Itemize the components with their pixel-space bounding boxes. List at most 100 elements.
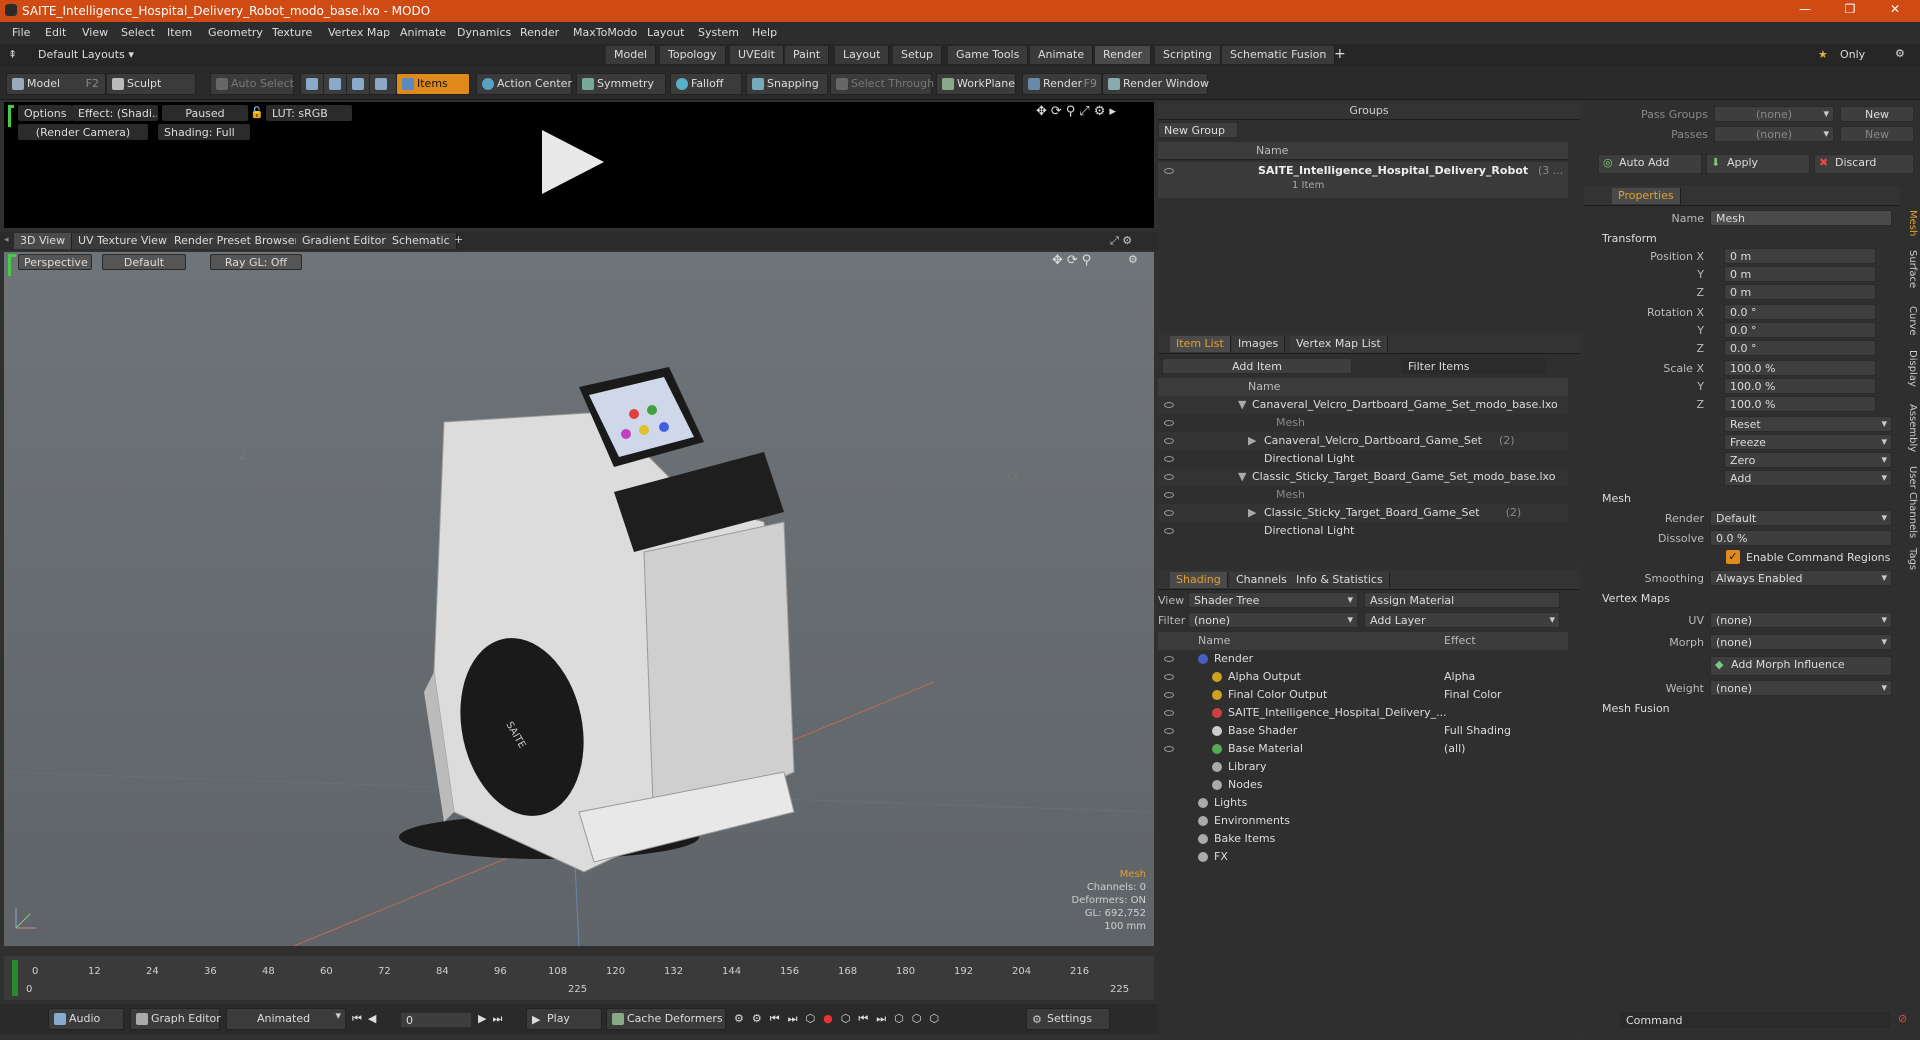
new-group-button[interactable]: New Group (1158, 122, 1238, 138)
group-row[interactable]: SAITE_Intelligence_Hospital_Delivery_Rob… (1158, 162, 1568, 198)
lock-icon[interactable]: 🔓 (250, 106, 264, 119)
shader-tree-row[interactable]: SAITE_Intelligence_Hospital_Delivery_... (1158, 704, 1568, 722)
maximize-viewport-icon[interactable]: ⤢ ⚙ (1110, 234, 1132, 248)
layout-menu-icon[interactable]: ⇞ (8, 48, 17, 61)
rotation-y-field[interactable]: 0.0 ° (1724, 322, 1876, 338)
position-z-field[interactable]: 0 m (1724, 284, 1876, 300)
add-transform-dropdown[interactable]: Add (1724, 470, 1892, 486)
shader-tree-row[interactable]: Bake Items (1158, 830, 1568, 848)
scale-z-field[interactable]: 100.0 % (1724, 396, 1876, 412)
cache-deformers-button[interactable]: Cache Deformers (606, 1008, 726, 1030)
side-tab-tags[interactable]: Tags (1904, 548, 1918, 570)
perspective-dropdown[interactable]: Perspective (18, 254, 92, 270)
reset-dropdown[interactable]: Reset (1724, 416, 1892, 432)
frame-input[interactable]: 0 (400, 1012, 472, 1028)
dissolve-field[interactable]: 0.0 % (1710, 530, 1892, 546)
morph-dropdown[interactable]: (none) (1710, 634, 1892, 650)
shading-style-dropdown[interactable]: Default (102, 254, 186, 270)
weight-dropdown[interactable]: (none) (1710, 680, 1892, 696)
shader-row-effect[interactable]: (all) (1444, 740, 1465, 758)
menu-edit[interactable]: Edit (45, 26, 66, 39)
shader-tree-row[interactable]: Render (1158, 650, 1568, 668)
animated-dropdown[interactable]: Animated (226, 1008, 346, 1030)
tab-animate[interactable]: Animate (1030, 46, 1094, 64)
expand-arrow-icon[interactable]: ▼ (1238, 396, 1246, 414)
passes-dropdown[interactable]: (none) (1714, 126, 1834, 142)
rotation-z-field[interactable]: 0.0 ° (1724, 340, 1876, 356)
discard-button[interactable]: ✖ Discard (1814, 154, 1914, 174)
action-center-button[interactable]: Action Center (476, 73, 572, 95)
menu-render[interactable]: Render (520, 26, 559, 39)
side-tab-display[interactable]: Display (1904, 350, 1918, 387)
item-list-row[interactable]: ▶ Classic_Sticky_Target_Board_Game_Set (2) (1158, 504, 1568, 522)
expand-arrow-icon[interactable]: ▶ (1248, 504, 1256, 522)
materials-mode-button[interactable] (369, 73, 397, 95)
tab-setup[interactable]: Setup (893, 46, 943, 64)
tab-channels[interactable]: Channels (1230, 572, 1294, 588)
play-icon[interactable] (542, 130, 604, 194)
menu-geometry[interactable]: Geometry (208, 26, 263, 39)
default-layouts-dropdown[interactable]: Default Layouts ▾ (38, 48, 134, 61)
shader-row-effect[interactable]: Final Color (1444, 686, 1502, 704)
preview-paused-button[interactable]: Paused (162, 105, 248, 121)
close-button[interactable]: ✕ (1880, 2, 1910, 20)
tab-images[interactable]: Images (1232, 336, 1286, 352)
shader-tree-row[interactable]: Nodes (1158, 776, 1568, 794)
visibility-eye-icon[interactable] (1164, 710, 1174, 716)
side-tab-assembly[interactable]: Assembly (1904, 404, 1918, 452)
range-end[interactable]: 225 (1110, 984, 1129, 995)
tab-uvedit[interactable]: UVEdit (730, 46, 784, 64)
audio-button[interactable]: Audio (48, 1008, 124, 1030)
shader-tree-row[interactable]: Base Material (all) (1158, 740, 1568, 758)
freeze-dropdown[interactable]: Freeze (1724, 434, 1892, 450)
position-y-field[interactable]: 0 m (1724, 266, 1876, 282)
tab-uv-texture-view[interactable]: UV Texture View (72, 233, 174, 249)
shader-tree-row[interactable]: Base Shader Full Shading (1158, 722, 1568, 740)
snapping-button[interactable]: Snapping (746, 73, 828, 95)
visibility-eye-icon[interactable] (1164, 656, 1174, 662)
zero-dropdown[interactable]: Zero (1724, 452, 1892, 468)
menu-view[interactable]: View (82, 26, 108, 39)
render-window-button[interactable]: Render Window (1102, 73, 1209, 95)
visibility-eye-icon[interactable] (1164, 510, 1174, 516)
menu-animate[interactable]: Animate (400, 26, 446, 39)
sculpt-mode-button[interactable]: Sculpt (106, 73, 196, 95)
visibility-eye-icon[interactable] (1164, 692, 1174, 698)
render-button[interactable]: Render F9 (1022, 73, 1102, 95)
render-dropdown[interactable]: Default (1710, 510, 1892, 526)
tab-scripting[interactable]: Scripting (1155, 46, 1221, 64)
tab-render[interactable]: Render (1095, 46, 1152, 64)
maximize-button[interactable]: ❐ (1835, 2, 1865, 20)
view-dropdown[interactable]: Shader Tree (1188, 592, 1358, 608)
tab-item-list[interactable]: Item List (1170, 336, 1231, 352)
falloff-button[interactable]: Falloff (670, 73, 742, 95)
auto-select-button[interactable]: Auto Select (210, 73, 294, 95)
item-list-row[interactable]: Mesh (1158, 414, 1568, 432)
enable-command-checkbox[interactable]: ✓ (1726, 550, 1740, 564)
menu-select[interactable]: Select (121, 26, 155, 39)
smoothing-dropdown[interactable]: Always Enabled (1710, 570, 1892, 586)
visibility-eye-icon[interactable] (1164, 456, 1174, 462)
visibility-eye-icon[interactable] (1164, 420, 1174, 426)
menu-texture[interactable]: Texture (272, 26, 312, 39)
eye-icon[interactable] (1164, 168, 1174, 174)
tab-model[interactable]: Model (606, 46, 657, 64)
pass-groups-dropdown[interactable]: (none) (1714, 106, 1834, 122)
shader-tree-row[interactable]: Environments (1158, 812, 1568, 830)
range-start[interactable]: 0 (26, 984, 32, 995)
tab-3d-view[interactable]: 3D View (14, 233, 73, 249)
command-input[interactable]: Command (1620, 1012, 1890, 1028)
workplane-button[interactable]: WorkPlane (936, 73, 1016, 95)
item-list-row[interactable]: Directional Light (1158, 450, 1568, 468)
tab-vertex-map-list[interactable]: Vertex Map List (1290, 336, 1388, 352)
graph-editor-button[interactable]: Graph Editor (130, 1008, 221, 1030)
item-list-row[interactable]: Mesh (1158, 486, 1568, 504)
transform-section[interactable]: Transform (1602, 232, 1657, 248)
menu-vertex-map[interactable]: Vertex Map (328, 26, 390, 39)
expand-arrow-icon[interactable]: ▶ (1248, 432, 1256, 450)
symmetry-button[interactable]: Symmetry (576, 73, 666, 95)
raygl-toggle[interactable]: Ray GL: Off (210, 254, 302, 270)
visibility-eye-icon[interactable] (1164, 474, 1174, 480)
settings-button[interactable]: ⚙ Settings (1026, 1008, 1110, 1030)
auto-add-button[interactable]: ◎ Auto Add (1598, 154, 1702, 174)
